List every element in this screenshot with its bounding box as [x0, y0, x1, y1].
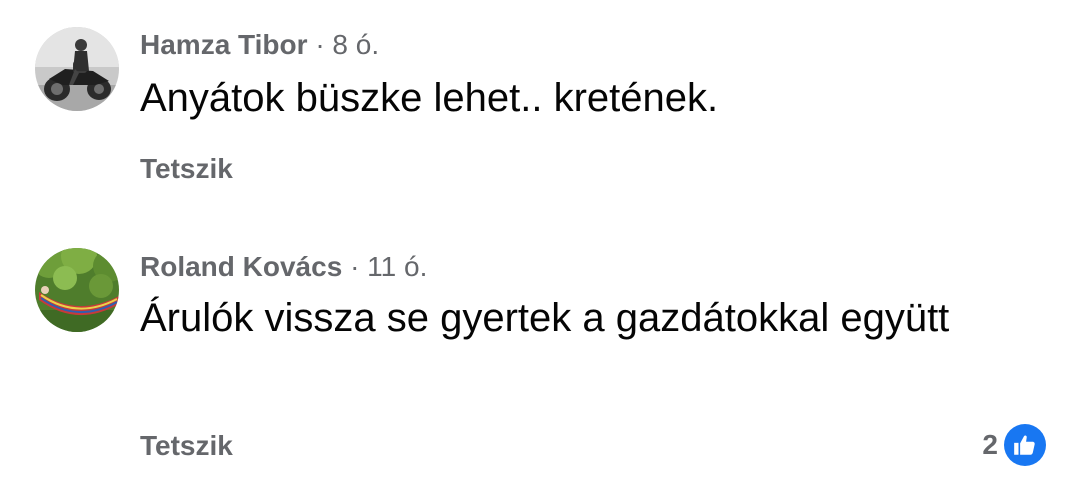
- thumbs-up-icon: [1004, 424, 1046, 466]
- hammock-in-garden-photo-icon: [35, 248, 119, 332]
- comment-text: Árulók vissza se gyertek a gazdátokkal e…: [140, 296, 950, 340]
- like-button[interactable]: Tetszik: [140, 430, 233, 462]
- comment-timestamp[interactable]: 11 ó.: [367, 251, 427, 282]
- reaction-summary[interactable]: 2: [982, 424, 1046, 466]
- meta-separator: ·: [350, 251, 360, 282]
- avatar[interactable]: [35, 248, 119, 332]
- comment-author[interactable]: Roland Kovács: [140, 251, 342, 282]
- comment-meta: Roland Kovács · 11 ó.: [140, 251, 427, 283]
- comment-item: Roland Kovács · 11 ó. Árulók vissza se g…: [0, 0, 1080, 483]
- reaction-count: 2: [982, 429, 998, 460]
